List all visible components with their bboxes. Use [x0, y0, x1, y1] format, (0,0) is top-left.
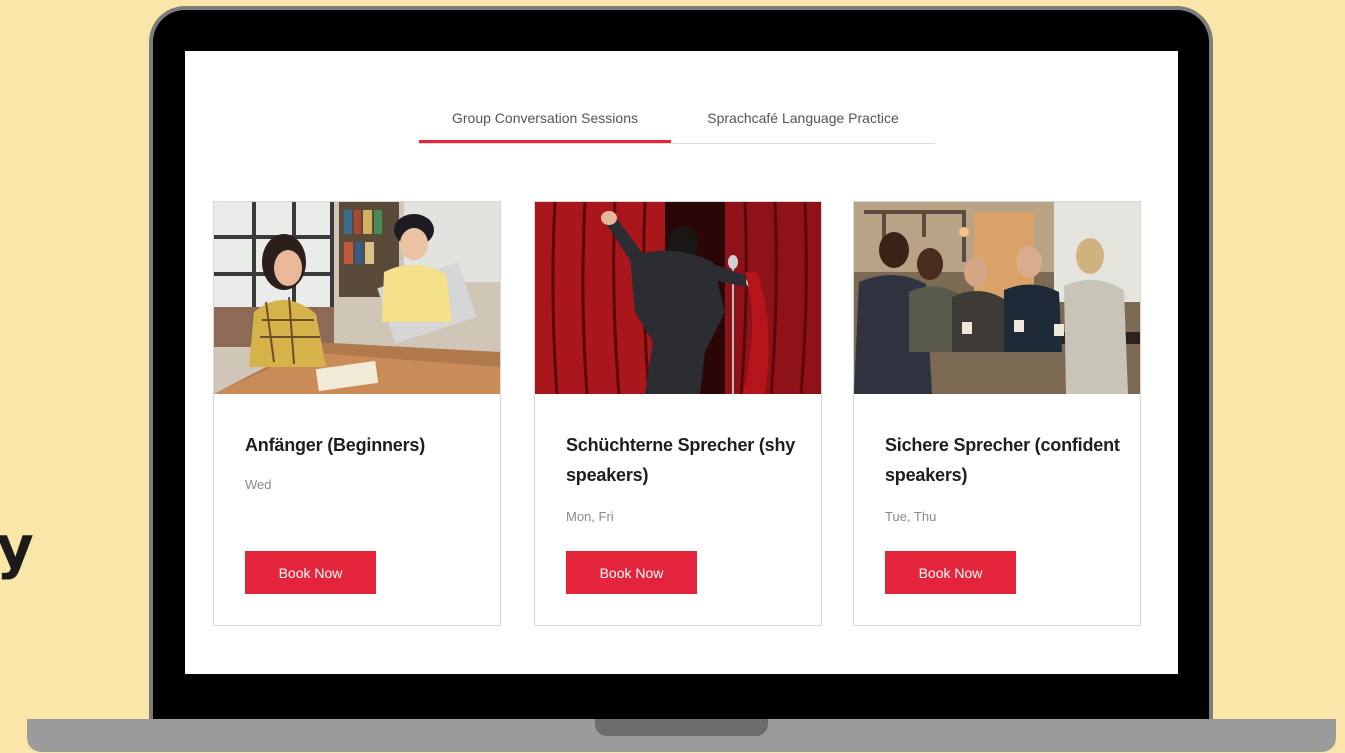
session-card-confident-speakers: Sichere Sprecher (confident speakers) Tu…	[853, 201, 1141, 626]
card-days: Mon, Fri	[566, 509, 614, 524]
session-tabs: Group Conversation Sessions Sprachcafé L…	[419, 105, 935, 144]
laptop-screen: Group Conversation Sessions Sprachcafé L…	[185, 51, 1178, 674]
book-now-button[interactable]: Book Now	[245, 551, 376, 594]
laptop-notch	[595, 719, 768, 736]
card-days: Wed	[245, 477, 272, 492]
card-title: Anfänger (Beginners)	[245, 435, 426, 455]
session-card-shy-speakers: Schüchterne Sprecher (shy speakers) Mon,…	[534, 201, 822, 626]
book-now-button[interactable]: Book Now	[566, 551, 697, 594]
shy-speakers-photo	[535, 202, 821, 394]
tab-group-conversation[interactable]: Group Conversation Sessions	[419, 105, 671, 143]
beginners-photo	[214, 202, 500, 394]
card-days: Tue, Thu	[885, 509, 937, 524]
session-card-beginners: Anfänger (Beginners) Wed Book Now	[213, 201, 501, 626]
book-now-button[interactable]: Book Now	[885, 551, 1016, 594]
confident-speakers-photo	[854, 202, 1140, 394]
card-title: Sichere Sprecher (confident speakers)	[885, 435, 1120, 485]
tab-sprachcafe[interactable]: Sprachcafé Language Practice	[671, 105, 935, 143]
cropped-heading-fragment: y	[0, 513, 34, 581]
card-title: Schüchterne Sprecher (shy speakers)	[566, 435, 796, 485]
